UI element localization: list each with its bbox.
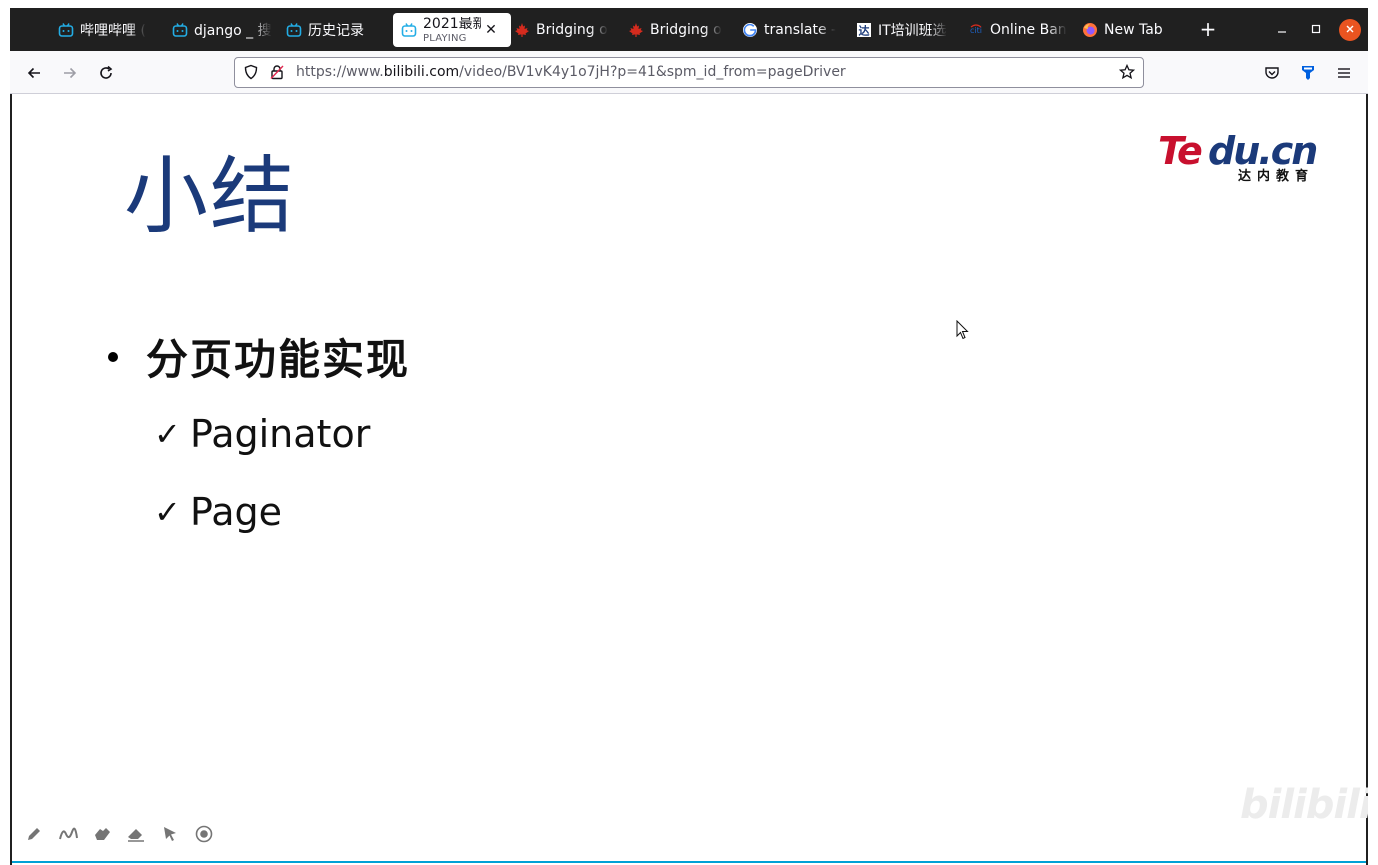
browser-window: 哔哩哔哩 ( django _ 搜 历史记录 2021最新 PLAYING ✕ — [10, 8, 1368, 865]
url-text[interactable]: https://www.bilibili.com/video/BV1vK4y1o… — [296, 64, 846, 80]
tab-new-tab[interactable]: New Tab — [1082, 13, 1182, 47]
tab-title-stack: 2021最新 PLAYING — [423, 17, 481, 44]
url-bar[interactable]: https://www.bilibili.com/video/BV1vK4y1o… — [234, 57, 1144, 88]
tedu-icon: 达 — [856, 22, 872, 38]
pocket-button[interactable] — [1258, 61, 1286, 85]
eraser-icon[interactable] — [126, 824, 146, 844]
svg-text:du.cn: du.cn — [1208, 129, 1316, 173]
checkmark-icon: ✓ — [154, 415, 181, 453]
playing-indicator: PLAYING — [423, 32, 467, 44]
mouse-cursor-icon — [956, 319, 970, 346]
arrow-right-icon — [64, 67, 77, 79]
back-button[interactable] — [20, 61, 48, 85]
record-icon[interactable] — [194, 824, 214, 844]
tab-active-playing[interactable]: 2021最新 PLAYING ✕ — [393, 13, 511, 47]
close-tab-icon[interactable]: ✕ — [483, 22, 499, 38]
url-path: /video/BV1vK4y1o7jH?p=41&spm_id_from=pag… — [459, 64, 846, 80]
tab-online-banking[interactable]: citi Online Ban — [968, 13, 1068, 47]
maple-leaf-icon — [628, 22, 644, 38]
tab-label: 历史记录 — [308, 23, 364, 39]
tab-bridging-2[interactable]: Bridging o — [628, 13, 726, 47]
progress-bar[interactable] — [12, 861, 1366, 863]
lock-icon[interactable] — [269, 64, 285, 84]
svg-text:达: 达 — [859, 24, 870, 38]
extension-icon — [1302, 66, 1314, 80]
bookmark-star-icon[interactable] — [1118, 63, 1136, 84]
tedu-logo: Te du.cn 达内教育 — [1158, 128, 1322, 184]
url-prefix: https://www. — [296, 64, 384, 80]
bilibili-icon — [172, 22, 188, 38]
minimize-button[interactable] — [1271, 19, 1293, 41]
shield-icon[interactable] — [243, 64, 259, 84]
sub-item-text: Paginator — [190, 412, 371, 456]
new-tab-button[interactable]: + — [1196, 17, 1220, 41]
annotation-toolbar — [24, 824, 214, 844]
arrow-left-icon — [27, 67, 40, 79]
tab-label: Online Ban — [990, 22, 1067, 38]
bilibili-icon — [401, 22, 417, 38]
bullet-item: 分页功能实现 — [108, 326, 410, 387]
pen-icon[interactable] — [24, 824, 44, 844]
svg-text:达内教育: 达内教育 — [1238, 168, 1314, 184]
tab-translate[interactable]: translate - — [742, 13, 842, 47]
tab-label: 2021最新 — [423, 16, 481, 32]
tab-strip: 哔哩哔哩 ( django _ 搜 历史记录 2021最新 PLAYING ✕ — [10, 8, 1368, 51]
sub-item-paginator: ✓ Paginator — [154, 412, 370, 456]
pointer-icon[interactable] — [160, 824, 180, 844]
svg-text:citi: citi — [970, 26, 982, 35]
hand-icon[interactable] — [92, 824, 112, 844]
reload-button[interactable] — [92, 61, 120, 85]
tab-label: IT培训班选 — [878, 23, 947, 39]
firefox-icon — [1082, 22, 1098, 38]
tab-label: Bridging o — [536, 22, 608, 38]
bilibili-icon — [286, 22, 302, 38]
bilibili-watermark: bilibili — [1240, 782, 1368, 828]
reload-icon — [100, 65, 113, 79]
svg-text:Te: Te — [1158, 129, 1202, 173]
maple-leaf-icon — [514, 22, 530, 38]
video-player[interactable]: 小结 Te du.cn 达内教育 分页功能实现 ✓ Paginator ✓ Pa… — [10, 94, 1368, 865]
citi-icon: citi — [968, 22, 984, 38]
bullet-dot — [108, 351, 118, 362]
tab-label: New Tab — [1104, 22, 1163, 38]
google-icon — [742, 22, 758, 38]
tab-history[interactable]: 历史记录 — [286, 13, 386, 47]
checkmark-icon: ✓ — [154, 493, 181, 531]
curve-icon[interactable] — [58, 824, 78, 844]
tab-bridging-1[interactable]: Bridging o — [514, 13, 612, 47]
url-host: bilibili.com — [383, 64, 460, 80]
sub-item-text: Page — [190, 490, 282, 534]
window-close-button[interactable] — [1339, 19, 1361, 41]
forward-button[interactable] — [56, 61, 84, 85]
navigation-toolbar: https://www.bilibili.com/video/BV1vK4y1o… — [10, 51, 1368, 94]
tab-django-search[interactable]: django _ 搜 — [172, 13, 272, 47]
sub-item-page: ✓ Page — [154, 490, 282, 534]
slide-title: 小结 — [124, 147, 297, 245]
bullet-text: 分页功能实现 — [146, 335, 411, 384]
hamburger-menu-icon — [1338, 68, 1350, 78]
pocket-icon — [1265, 67, 1279, 79]
maximize-button[interactable] — [1305, 19, 1327, 41]
tab-label: 哔哩哔哩 ( — [80, 23, 146, 39]
tab-bilibili-home[interactable]: 哔哩哔哩 ( — [58, 13, 158, 47]
extension-button[interactable] — [1294, 61, 1322, 85]
menu-button[interactable] — [1330, 61, 1358, 85]
tab-it-training[interactable]: 达 IT培训班选 — [856, 13, 956, 47]
tab-label: Bridging o — [650, 22, 722, 38]
tab-label: translate - — [764, 22, 837, 38]
tab-label: django _ 搜 — [194, 23, 272, 39]
bilibili-icon — [58, 22, 74, 38]
